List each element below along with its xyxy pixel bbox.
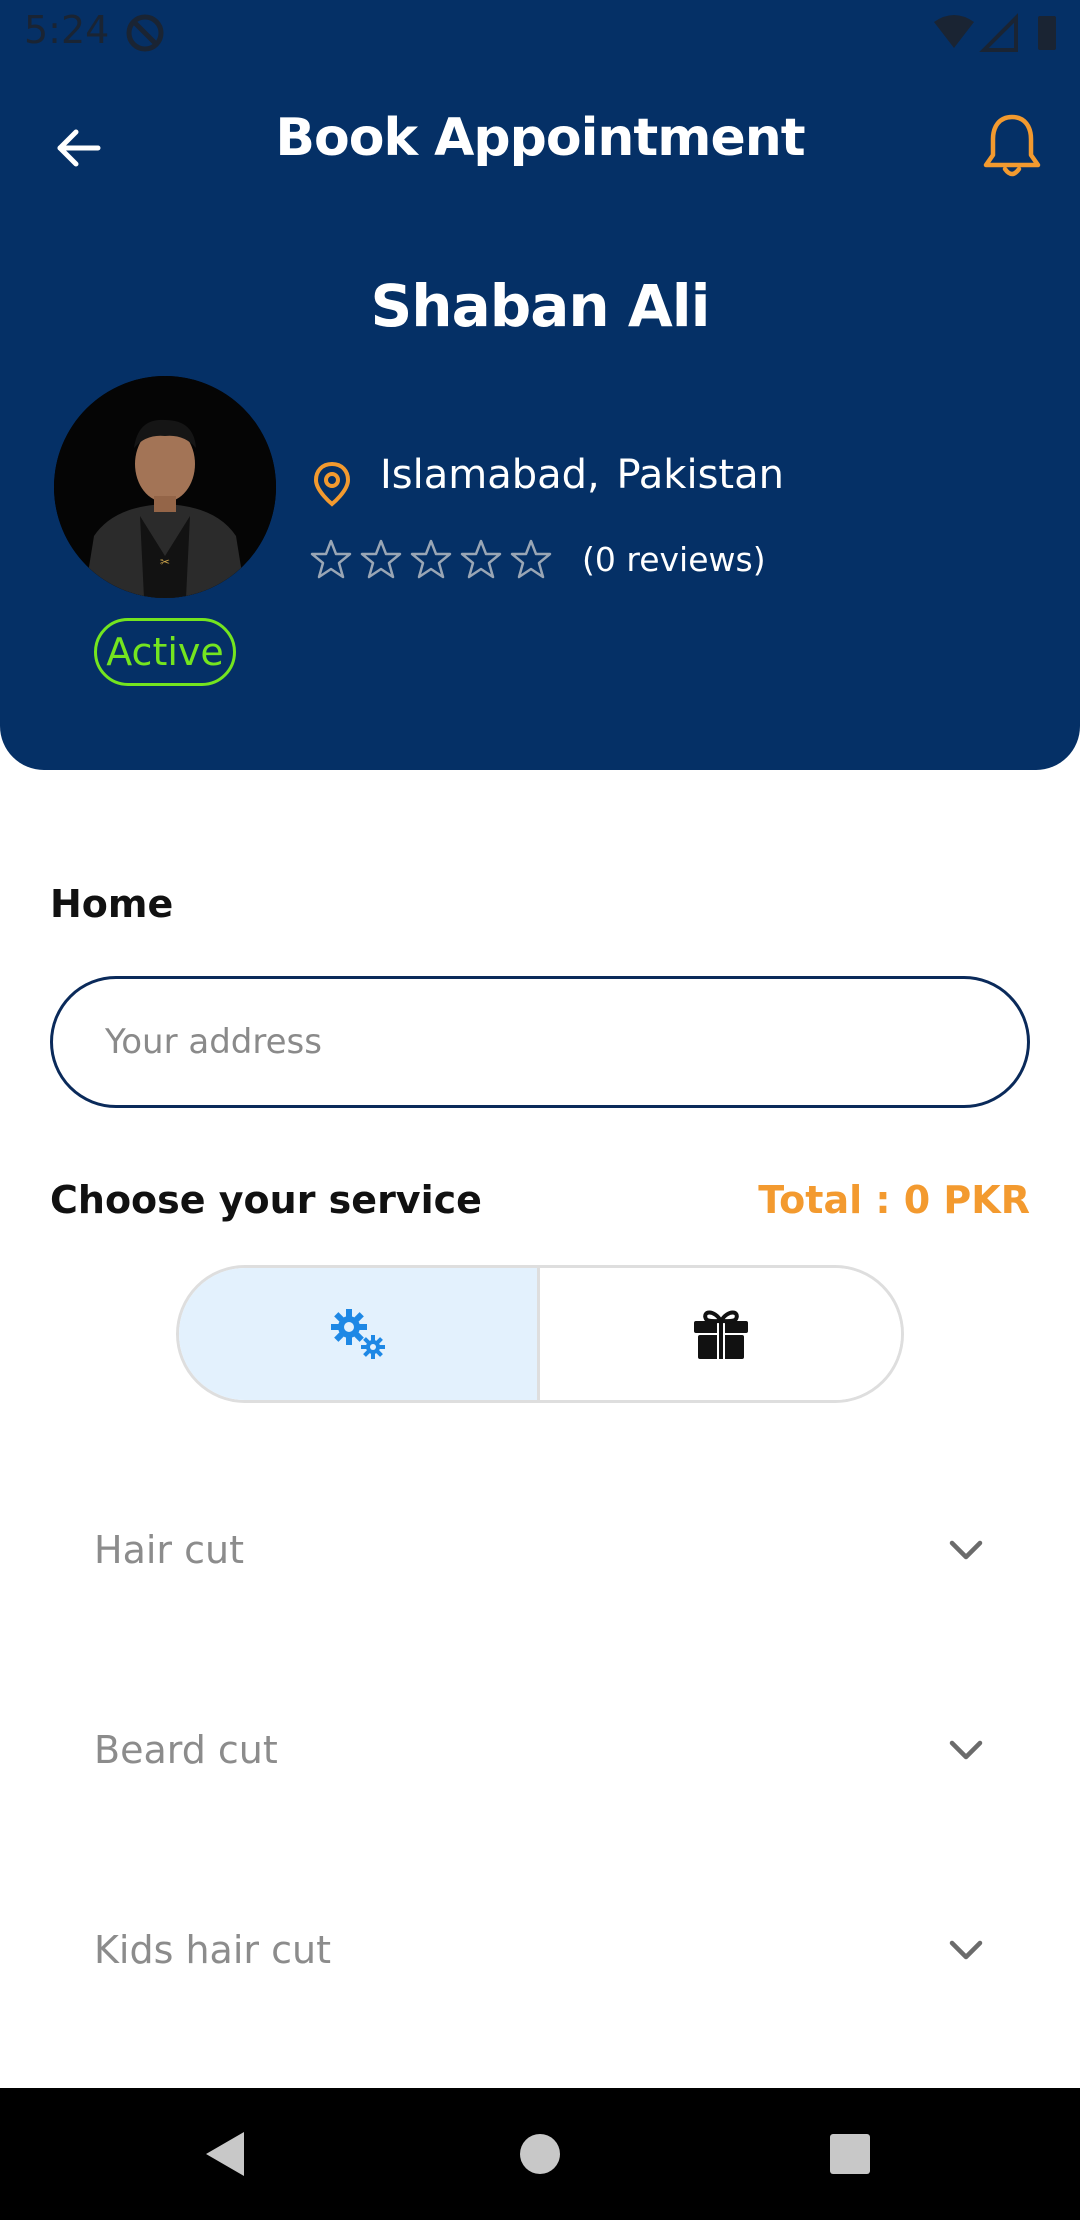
profile-header: 5:24 Book Appointment Shaban Ali ✂ Activ… bbox=[0, 0, 1080, 770]
status-icons bbox=[934, 13, 1056, 52]
battery-icon bbox=[1038, 16, 1056, 50]
star-icon bbox=[310, 539, 352, 579]
gift-icon bbox=[693, 1310, 748, 1359]
triangle-back-icon bbox=[206, 2132, 244, 2176]
rating-stars bbox=[310, 538, 552, 580]
gears-icon bbox=[331, 1309, 385, 1359]
nav-back-button[interactable] bbox=[166, 2088, 286, 2220]
svg-text:✂: ✂ bbox=[160, 555, 170, 569]
total-price: Total : 0 PKR bbox=[758, 1178, 1030, 1222]
notifications-button[interactable] bbox=[974, 108, 1050, 184]
star-icon bbox=[360, 539, 402, 579]
service-label: Kids hair cut bbox=[94, 1928, 331, 1972]
service-type-toggle bbox=[176, 1265, 904, 1403]
address-input[interactable] bbox=[50, 976, 1030, 1108]
nav-recents-button[interactable] bbox=[790, 2088, 910, 2220]
tab-packages[interactable] bbox=[540, 1268, 901, 1400]
location-pin-icon bbox=[313, 461, 351, 507]
barber-name: Shaban Ali bbox=[370, 272, 711, 340]
service-dropdown-beard-cut[interactable]: Beard cut bbox=[50, 1690, 1030, 1810]
chevron-down-icon bbox=[949, 1540, 983, 1560]
service-dropdown-hair-cut[interactable]: Hair cut bbox=[50, 1490, 1030, 1610]
star-icon bbox=[460, 539, 502, 579]
bell-icon bbox=[983, 114, 1041, 177]
circle-home-icon bbox=[520, 2134, 560, 2174]
status-bar: 5:24 bbox=[0, 0, 1080, 66]
status-badge: Active bbox=[94, 618, 236, 686]
signal-icon bbox=[979, 13, 1018, 52]
chevron-down-icon bbox=[949, 1940, 983, 1960]
page-title: Book Appointment bbox=[275, 108, 805, 168]
location-text: Islamabad, Pakistan bbox=[380, 452, 784, 498]
choose-service-heading: Choose your service bbox=[50, 1178, 482, 1222]
system-nav-bar bbox=[0, 2088, 1080, 2220]
address-label: Home bbox=[50, 882, 174, 926]
reviews-count: (0 reviews) bbox=[582, 540, 766, 579]
sync-off-icon bbox=[126, 14, 164, 52]
star-icon bbox=[410, 539, 452, 579]
service-label: Beard cut bbox=[94, 1728, 278, 1772]
nav-home-button[interactable] bbox=[480, 2088, 600, 2220]
status-time: 5:24 bbox=[24, 8, 110, 52]
service-dropdown-kids-hair-cut[interactable]: Kids hair cut bbox=[50, 1890, 1030, 2010]
avatar-photo: ✂ bbox=[54, 376, 276, 598]
wifi-icon bbox=[934, 15, 974, 48]
service-label: Hair cut bbox=[94, 1528, 244, 1572]
star-icon bbox=[510, 539, 552, 579]
avatar: ✂ bbox=[54, 376, 276, 598]
tab-services[interactable] bbox=[179, 1268, 540, 1400]
chevron-down-icon bbox=[949, 1740, 983, 1760]
square-recents-icon bbox=[830, 2134, 870, 2174]
